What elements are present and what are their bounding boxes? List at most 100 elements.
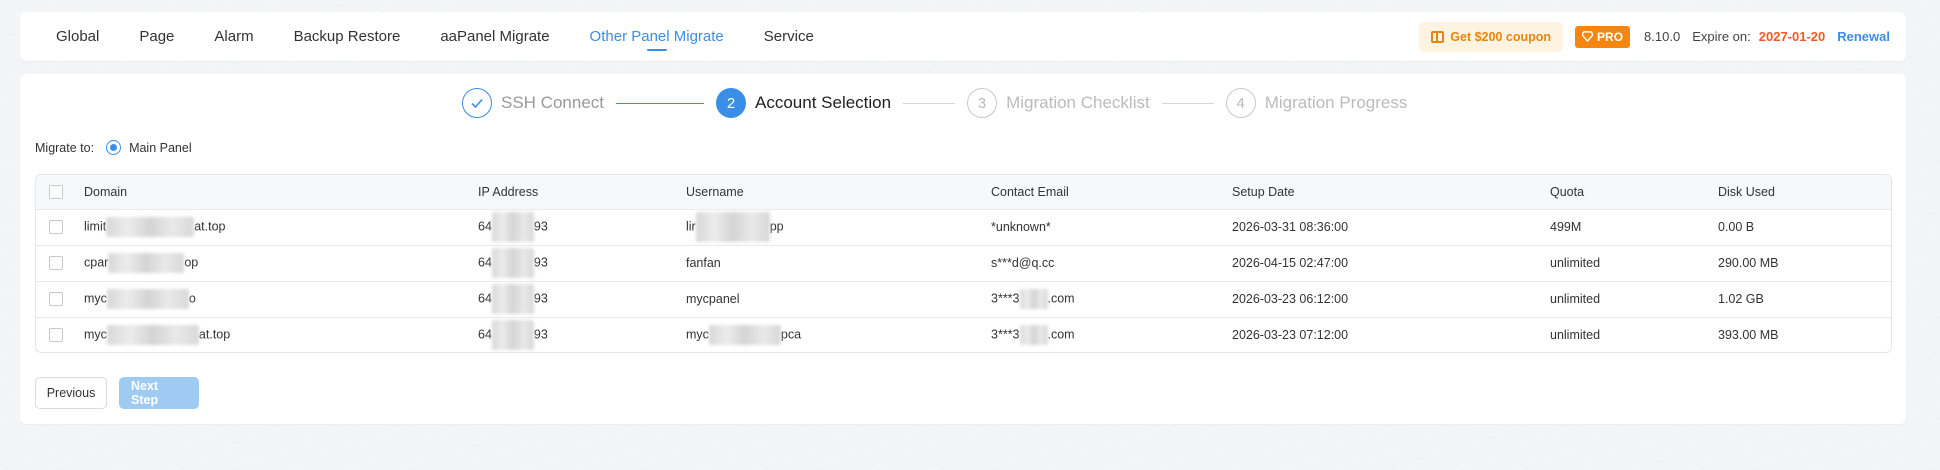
table-row[interactable]: cpar op 64 93 fanfan s***d@q.cc 2026-04-15… — [36, 245, 1891, 281]
column-header-domain[interactable]: Domain — [84, 175, 478, 209]
select-all-checkbox[interactable] — [49, 184, 63, 199]
tab-aapanel-migrate[interactable]: aaPanel Migrate — [420, 12, 569, 61]
table-row[interactable]: myc at.top 64 93 myc pca 3***3 .com 2026-03-… — [36, 317, 1891, 352]
domain-cell: cpar op — [84, 245, 478, 281]
tab-page[interactable]: Page — [119, 12, 194, 61]
email-cell: s***d@q.cc — [991, 256, 1055, 270]
expire-label: Expire on: — [1692, 29, 1751, 44]
quota-cell: unlimited — [1550, 292, 1601, 306]
username-cell: fanfan — [686, 256, 721, 270]
table-row[interactable]: myc o 64 93 mycpanel 3***3 .com 2026-03-23 … — [36, 281, 1891, 317]
username-cell: lir pp — [686, 209, 991, 245]
row-checkbox[interactable] — [49, 256, 63, 270]
disk-used-cell: 0.00 B — [1718, 220, 1755, 234]
column-header-ip[interactable]: IP Address — [478, 175, 686, 209]
disk-used-cell: 290.00 MB — [1718, 256, 1779, 270]
row-checkbox[interactable] — [49, 292, 63, 306]
step-label: Migration Checklist — [1006, 93, 1150, 112]
main-panel-radio[interactable] — [106, 140, 122, 155]
tab-global[interactable]: Global — [36, 12, 119, 61]
username-cell: myc pca — [686, 317, 991, 352]
tab-alarm[interactable]: Alarm — [194, 12, 273, 61]
column-header-quota[interactable]: Quota — [1550, 175, 1718, 209]
domain-cell: myc o — [84, 281, 478, 317]
email-cell: 3***3 .com — [991, 281, 1232, 317]
redacted-mask — [106, 325, 199, 346]
quota-cell: 499M — [1550, 220, 1582, 234]
setup-date-cell: 2026-03-31 08:36:00 — [1232, 220, 1349, 234]
tab-service[interactable]: Service — [744, 12, 834, 61]
redacted-mask — [108, 253, 185, 273]
quota-cell: unlimited — [1550, 328, 1601, 343]
coupon-icon — [1431, 30, 1445, 43]
pro-badge: PRO — [1575, 25, 1631, 48]
step-account-selection: 2 Account Selection — [716, 88, 891, 118]
step-connector — [1161, 102, 1214, 104]
ip-cell: 64 93 — [478, 317, 686, 352]
settings-tabs: Global Page Alarm Backup Restore aaPanel… — [20, 12, 834, 61]
main-panel-label[interactable]: Main Panel — [129, 141, 192, 155]
step-ssh-connect: SSH Connect — [462, 88, 604, 118]
migrate-to-row: Migrate to: Main Panel — [35, 140, 192, 155]
checkmark-icon — [462, 88, 492, 118]
accounts-table: Domain IP Address Username Contact Email… — [35, 174, 1892, 353]
step-label: SSH Connect — [501, 93, 604, 112]
pro-label: PRO — [1597, 29, 1624, 44]
renewal-link[interactable]: Renewal — [1837, 29, 1890, 44]
redacted-mask — [491, 212, 534, 242]
migration-card: SSH Connect 2 Account Selection 3 Migrat… — [20, 74, 1906, 424]
row-checkbox[interactable] — [49, 220, 63, 234]
setup-date-cell: 2026-03-23 07:12:00 — [1232, 328, 1349, 343]
disk-used-cell: 1.02 GB — [1718, 292, 1764, 306]
domain-cell: myc at.top — [84, 317, 478, 352]
step-label: Account Selection — [755, 93, 892, 112]
migration-steps: SSH Connect 2 Account Selection 3 Migrat… — [462, 87, 1407, 119]
row-checkbox[interactable] — [49, 328, 63, 343]
redacted-mask — [491, 284, 534, 314]
step-migration-checklist: 3 Migration Checklist — [967, 88, 1150, 118]
redacted-mask — [491, 320, 534, 351]
coupon-button[interactable]: Get $200 coupon — [1419, 21, 1564, 52]
disk-used-cell: 393.00 MB — [1718, 328, 1779, 343]
expire-date: 2027-01-20 — [1758, 29, 1826, 44]
redacted-mask — [1019, 289, 1048, 309]
tab-backup-restore[interactable]: Backup Restore — [274, 12, 421, 61]
column-header-disk-used[interactable]: Disk Used — [1718, 175, 1891, 209]
ip-cell: 64 93 — [478, 245, 686, 281]
redacted-mask — [106, 217, 195, 237]
step-number: 2 — [716, 88, 746, 118]
redacted-mask — [695, 212, 770, 242]
email-cell: *unknown* — [991, 220, 1051, 234]
step-number: 3 — [967, 88, 998, 118]
step-connector — [903, 102, 956, 104]
settings-topbar: Global Page Alarm Backup Restore aaPanel… — [20, 12, 1906, 61]
step-label: Migration Progress — [1264, 93, 1408, 112]
redacted-mask — [106, 289, 189, 309]
setup-date-cell: 2026-04-15 02:47:00 — [1232, 256, 1349, 270]
table-row[interactable]: limit at.top 64 93 lir pp *unknown* 2026-03… — [36, 209, 1891, 245]
setup-date-cell: 2026-03-23 06:12:00 — [1232, 292, 1349, 306]
redacted-mask — [491, 248, 534, 278]
redacted-mask — [708, 325, 781, 346]
tab-other-panel-migrate[interactable]: Other Panel Migrate — [570, 12, 744, 61]
email-cell: 3***3 .com — [991, 317, 1232, 352]
step-number: 4 — [1225, 88, 1256, 118]
username-cell: mycpanel — [686, 292, 740, 306]
ip-cell: 64 93 — [478, 281, 686, 317]
redacted-mask — [1019, 325, 1048, 346]
table-header-row: Domain IP Address Username Contact Email… — [36, 175, 1891, 209]
column-header-setup-date[interactable]: Setup Date — [1232, 175, 1550, 209]
ip-cell: 64 93 — [478, 209, 686, 245]
coupon-label: Get $200 coupon — [1450, 29, 1552, 44]
domain-cell: limit at.top — [84, 209, 478, 245]
next-step-button[interactable]: Next Step — [119, 377, 199, 409]
column-header-email[interactable]: Contact Email — [991, 175, 1232, 209]
wizard-buttons: Previous Next Step — [35, 377, 199, 409]
migrate-to-label: Migrate to: — [35, 140, 95, 155]
version-text: 8.10.0 — [1644, 29, 1681, 44]
column-header-username[interactable]: Username — [686, 175, 991, 209]
diamond-icon — [1582, 31, 1594, 42]
step-connector — [616, 102, 704, 104]
step-migration-progress: 4 Migration Progress — [1225, 88, 1408, 118]
previous-button[interactable]: Previous — [35, 377, 107, 409]
